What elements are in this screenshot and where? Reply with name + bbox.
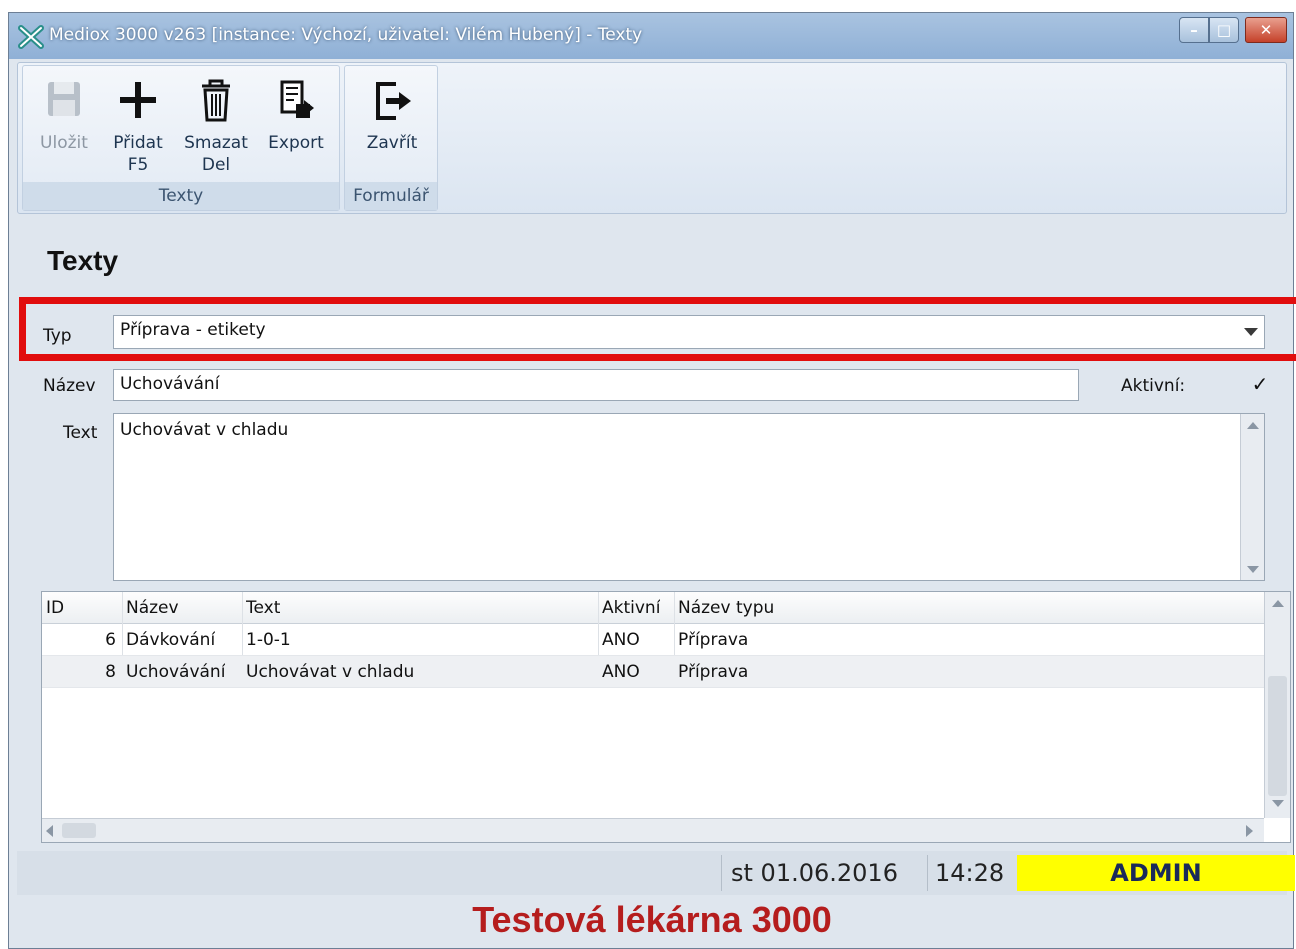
ribbon-group-caption-formular: Formulář	[345, 182, 437, 210]
cell-text: 1-0-1	[246, 630, 291, 650]
col-header-nazev[interactable]: Název	[126, 598, 179, 618]
close-form-label: Zavřít	[366, 133, 418, 153]
scroll-up-icon[interactable]	[1265, 592, 1290, 614]
table-row[interactable]: 8 Uchovávání Uchovávat v chladu ANO Příp…	[42, 656, 1264, 688]
maximize-icon: □	[1216, 21, 1232, 39]
minimize-button[interactable]: –	[1179, 17, 1209, 43]
cell-nazev-typu: Příprava	[678, 630, 749, 650]
cell-aktivni: ANO	[602, 630, 640, 650]
minimize-icon: –	[1190, 21, 1198, 39]
scroll-down-icon[interactable]	[1241, 558, 1264, 580]
save-icon	[48, 82, 80, 116]
grid-header: ID Název Text Aktivní Název typu	[42, 592, 1264, 624]
delete-label: Smazat Del	[184, 133, 248, 175]
pharmacy-name: Testová lékárna 3000	[472, 899, 832, 940]
grid-vertical-scrollbar[interactable]	[1264, 592, 1290, 818]
col-header-text[interactable]: Text	[246, 598, 280, 618]
aktivni-label: Aktivní:	[1121, 376, 1186, 396]
close-form-button[interactable]: Zavřít	[357, 74, 427, 154]
window-title: Mediox 3000 v263 [instance: Výchozí, uži…	[49, 25, 643, 45]
text-scrollbar[interactable]	[1240, 414, 1264, 580]
add-label: Přidat F5	[113, 133, 163, 175]
ribbon: Uložit Přidat F5 Smazat Del Export Texty…	[17, 62, 1287, 214]
status-date: st 01.06.2016	[731, 859, 898, 887]
text-value: Uchovávat v chladu	[120, 420, 289, 440]
text-area[interactable]: Uchovávat v chladu	[113, 413, 1265, 581]
status-user: ADMIN	[1017, 855, 1295, 891]
nazev-label: Název	[43, 376, 96, 396]
nazev-value: Uchovávání	[120, 374, 220, 394]
add-button[interactable]: Přidat F5	[103, 74, 173, 176]
close-icon: ✕	[1259, 21, 1273, 39]
cell-nazev: Uchovávání	[126, 662, 226, 682]
col-header-nazev-typu[interactable]: Název typu	[678, 598, 774, 618]
ribbon-group-caption-texty: Texty	[23, 182, 339, 210]
status-time: 14:28	[935, 859, 1005, 887]
scroll-up-icon[interactable]	[1241, 414, 1264, 436]
cell-id: 6	[105, 630, 116, 650]
save-button[interactable]: Uložit	[29, 74, 99, 154]
texts-grid: ID Název Text Aktivní Název typu 6 Dávko…	[41, 591, 1291, 843]
scroll-thumb[interactable]	[1268, 676, 1287, 796]
export-button[interactable]: Export	[261, 74, 331, 154]
grid-horizontal-scrollbar[interactable]	[42, 818, 1264, 842]
ribbon-group-texty: Uložit Přidat F5 Smazat Del Export Texty	[22, 65, 340, 211]
export-label: Export	[268, 133, 324, 153]
ribbon-group-formular: Zavřít Formulář	[344, 65, 438, 211]
col-header-id[interactable]: ID	[46, 598, 64, 618]
exit-icon	[376, 82, 411, 120]
table-row[interactable]: 6 Dávkování 1-0-1 ANO Příprava	[42, 624, 1264, 656]
nazev-input[interactable]: Uchovávání	[113, 369, 1079, 401]
app-window: Mediox 3000 v263 [instance: Výchozí, uži…	[8, 12, 1296, 949]
cell-nazev-typu: Příprava	[678, 662, 749, 682]
cell-text: Uchovávat v chladu	[246, 662, 415, 682]
highlight-box	[19, 297, 1296, 361]
export-icon	[280, 80, 314, 118]
cell-id: 8	[105, 662, 116, 682]
app-logo-icon	[18, 25, 44, 49]
maximize-button[interactable]: □	[1209, 17, 1239, 43]
page-title: Texty	[47, 245, 119, 276]
cell-nazev: Dávkování	[126, 630, 216, 650]
text-label: Text	[63, 423, 98, 443]
cell-aktivni: ANO	[602, 662, 640, 682]
scroll-thumb[interactable]	[62, 823, 96, 838]
trash-icon	[202, 79, 230, 122]
close-button[interactable]: ✕	[1245, 17, 1287, 43]
aktivni-checkbox[interactable]: ✓	[1249, 373, 1271, 395]
scroll-right-icon[interactable]	[1246, 825, 1253, 837]
save-label: Uložit	[40, 133, 88, 153]
checkmark-icon: ✓	[1251, 372, 1269, 396]
plus-icon	[120, 82, 156, 118]
form-area: Texty Typ Příprava - etikety Název Uchov…	[17, 219, 1296, 940]
scroll-down-icon[interactable]	[1265, 792, 1290, 814]
status-bar: st 01.06.2016 14:28 ADMIN	[17, 851, 1295, 895]
col-header-aktivni[interactable]: Aktivní	[602, 598, 660, 618]
delete-button[interactable]: Smazat Del	[181, 74, 251, 176]
title-bar[interactable]: Mediox 3000 v263 [instance: Výchozí, uži…	[9, 13, 1293, 59]
scroll-left-icon[interactable]	[46, 825, 53, 837]
